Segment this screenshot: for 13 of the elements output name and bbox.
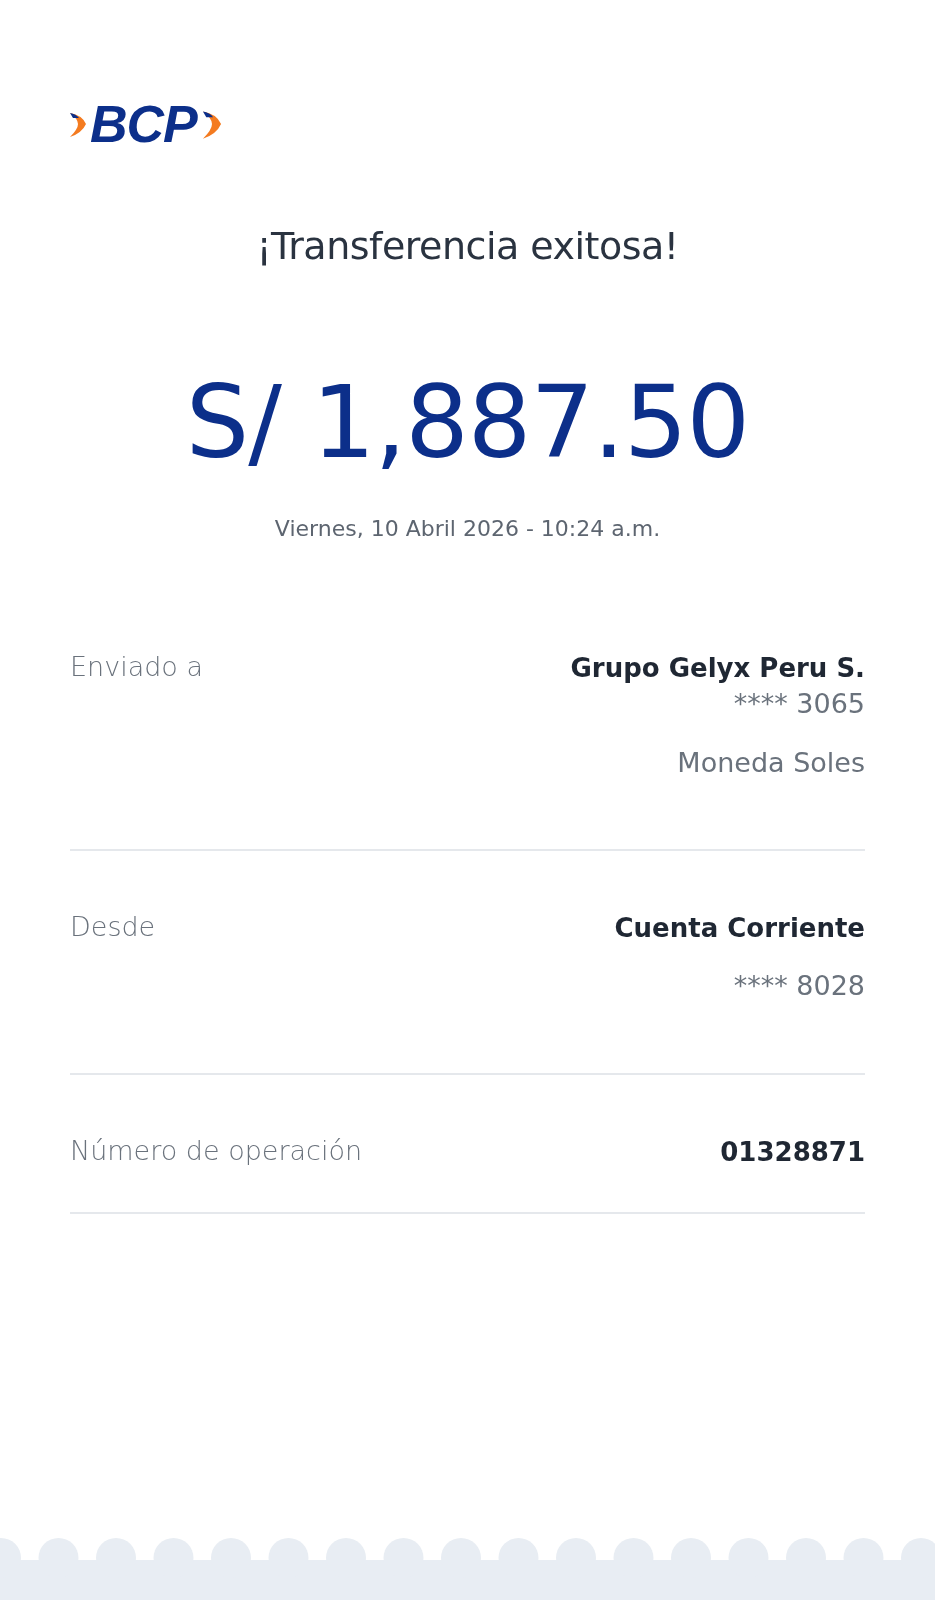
detail-value: 01328871	[720, 1135, 865, 1169]
amount: S/ 1,887.50	[184, 368, 751, 478]
detail-value: **** 8028	[733, 969, 865, 1004]
detail-value: Cuenta Corriente	[614, 911, 865, 945]
logo-text: BCP	[90, 98, 197, 150]
detail-value: Moneda Soles	[677, 745, 865, 780]
detail-label: Número de operación	[70, 1134, 363, 1168]
date-time: Viernes, 10 Abril 2026 - 10:24 a.m.	[273, 516, 662, 541]
detail-label: Desde	[70, 910, 156, 944]
detail-value: **** 3065	[733, 687, 865, 722]
detail-value: Grupo Gelyx Peru S.	[570, 652, 865, 685]
detail-label: Enviado a	[70, 651, 203, 684]
success-title: ¡Transferencia exitosa!	[255, 224, 680, 268]
